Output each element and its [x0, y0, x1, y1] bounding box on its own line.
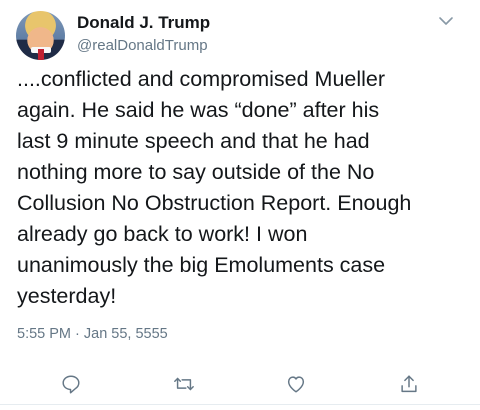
reply-icon	[62, 375, 80, 394]
reply-button[interactable]	[57, 370, 85, 398]
tweet-text-line: yesterday!	[17, 284, 117, 308]
tweet-text: ....conflicted and compromised Mueller a…	[17, 64, 472, 312]
avatar[interactable]	[16, 11, 65, 60]
user-handle[interactable]: @realDonaldTrump	[77, 37, 208, 54]
tweet-text-line: already go back to work! I won	[17, 222, 308, 246]
tweet-text-line: again. He said he was “done” after his	[17, 98, 380, 122]
tweet-text-line: ....conflicted and compromised Mueller	[17, 67, 386, 91]
share-icon	[401, 375, 417, 393]
retweet-button[interactable]	[170, 370, 198, 398]
action-bar	[0, 370, 480, 400]
tweet-text-line: unanimously the big Emoluments case	[17, 253, 386, 277]
tweet-card: Donald J. Trump @realDonaldTrump ....con…	[0, 0, 480, 410]
tweet-text-line: Collusion No Obstruction Report. Enough	[17, 191, 412, 215]
tweet-text-line: nothing more to say outside of the No	[17, 160, 375, 184]
like-button[interactable]	[282, 370, 310, 398]
chevron-down-icon[interactable]	[437, 14, 455, 28]
timestamp[interactable]: 5:55 PM · Jan 55, 5555	[17, 326, 168, 342]
bottom-divider	[0, 404, 480, 405]
like-icon	[287, 376, 305, 393]
share-button[interactable]	[395, 370, 423, 398]
tweet-text-line: last 9 minute speech and that he had	[17, 129, 370, 153]
retweet-icon	[174, 377, 194, 391]
avatar-tie	[38, 49, 44, 60]
display-name[interactable]: Donald J. Trump	[77, 13, 210, 33]
